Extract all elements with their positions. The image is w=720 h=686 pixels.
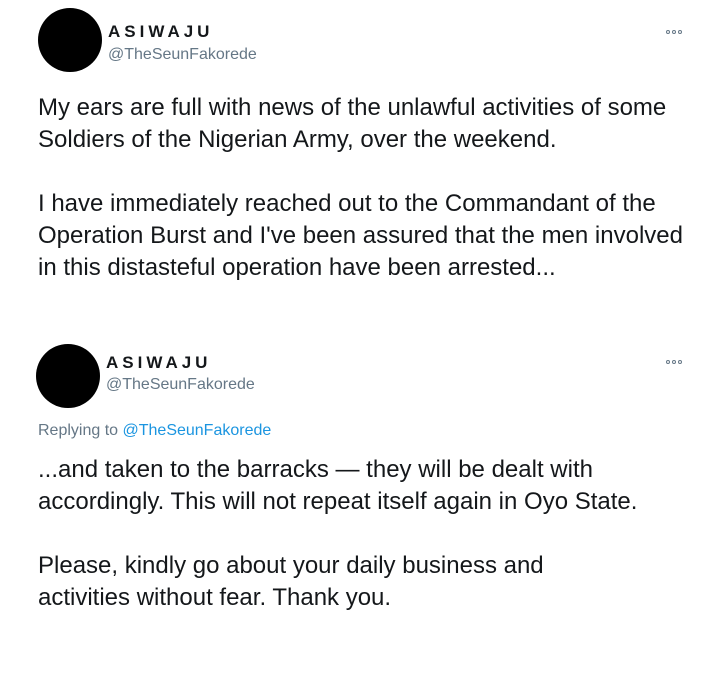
tweet-paragraph: ...and taken to the barracks — they will… — [38, 456, 638, 515]
display-name[interactable]: ASIWAJU — [108, 22, 213, 42]
replying-handle-link[interactable]: @TheSeunFakorede — [123, 422, 272, 439]
replying-prefix: Replying to — [38, 422, 119, 439]
tweet-text: ...and taken to the barracks — they will… — [38, 454, 698, 614]
tweet-text: My ears are full with news of the unlawf… — [38, 92, 698, 284]
tweet-paragraph: Please, kindly go about your daily busin… — [38, 552, 544, 611]
display-name[interactable]: ASIWAJU — [106, 353, 211, 373]
handle[interactable]: @TheSeunFakorede — [108, 46, 257, 64]
avatar[interactable] — [36, 344, 100, 408]
more-horizontal-icon[interactable] — [666, 30, 682, 34]
handle[interactable]: @TheSeunFakorede — [106, 376, 255, 394]
tweet-paragraph: I have immediately reached out to the Co… — [38, 190, 683, 281]
replying-to: Replying to @TheSeunFakorede — [38, 422, 271, 440]
tweet-1: ASIWAJU @TheSeunFakorede My ears are ful… — [0, 0, 720, 330]
tweet-2: ASIWAJU @TheSeunFakorede Replying to @Th… — [0, 334, 720, 686]
more-horizontal-icon[interactable] — [666, 360, 682, 364]
tweet-paragraph: My ears are full with news of the unlawf… — [38, 94, 667, 153]
avatar[interactable] — [38, 8, 102, 72]
